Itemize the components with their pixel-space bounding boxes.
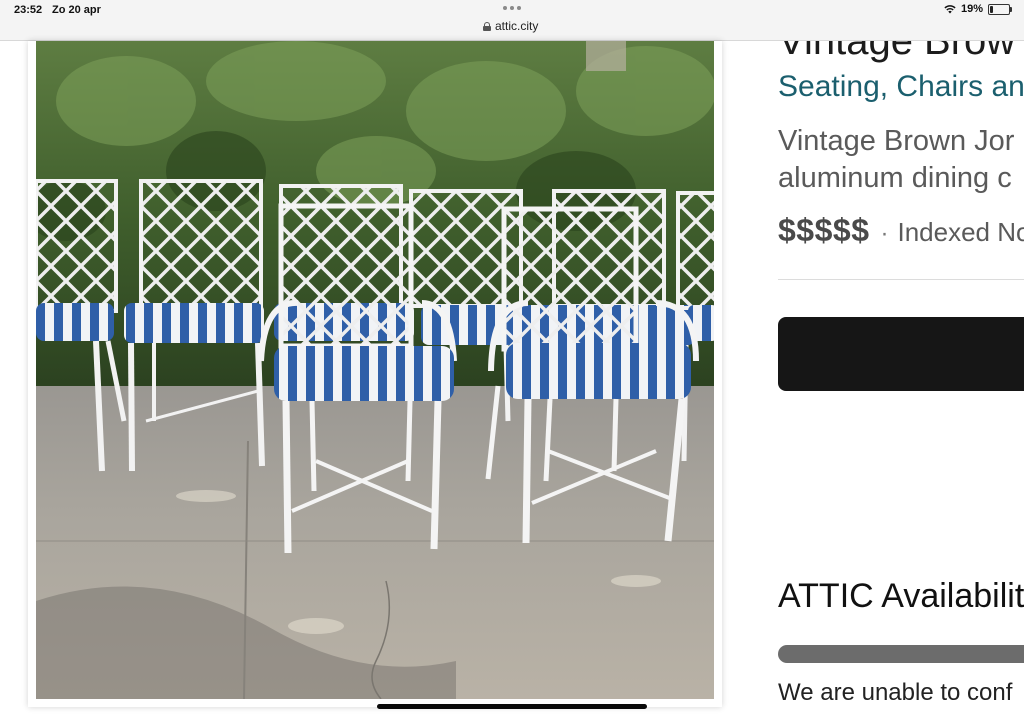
product-description: Vintage Brown Jor aluminum dining c xyxy=(778,123,1024,197)
product-title: Vintage Brow xyxy=(778,41,1016,63)
lock-icon xyxy=(483,21,491,31)
listing-details: Vintage Brow Seating, Chairs an Vintage … xyxy=(778,41,1024,716)
home-indicator[interactable] xyxy=(377,704,647,709)
product-photo xyxy=(36,41,714,699)
address-bar[interactable]: attic.city xyxy=(483,19,538,33)
availability-bar xyxy=(778,645,1024,663)
price-indicator: $$$$$ xyxy=(778,212,870,248)
divider xyxy=(778,279,1024,280)
status-bar: 23:52 Zo 20 apr attic.city 19% xyxy=(0,0,1024,41)
description-line-1: Vintage Brown Jor xyxy=(778,125,1015,157)
battery-percent: 19% xyxy=(960,3,983,15)
availability-message: We are unable to conf xyxy=(778,679,1013,706)
price-separator: · xyxy=(880,220,889,247)
description-line-2: aluminum dining c xyxy=(778,162,1012,194)
url-text: attic.city xyxy=(495,19,539,33)
availability-heading: ATTIC Availability xyxy=(778,577,1024,615)
status-indicators: 19% xyxy=(944,3,1012,15)
more-dots-icon[interactable] xyxy=(503,6,521,10)
price-row: $$$$$ · Indexed No xyxy=(778,212,1024,249)
battery-icon xyxy=(988,3,1012,15)
wifi-icon xyxy=(944,5,956,14)
product-image-card[interactable] xyxy=(28,41,722,707)
indexed-status: Indexed No xyxy=(897,217,1024,247)
status-date: Zo 20 apr xyxy=(52,4,101,16)
primary-action-button[interactable] xyxy=(778,317,1024,391)
status-time: 23:52 xyxy=(14,4,43,16)
category-link[interactable]: Seating, Chairs an xyxy=(778,70,1024,104)
